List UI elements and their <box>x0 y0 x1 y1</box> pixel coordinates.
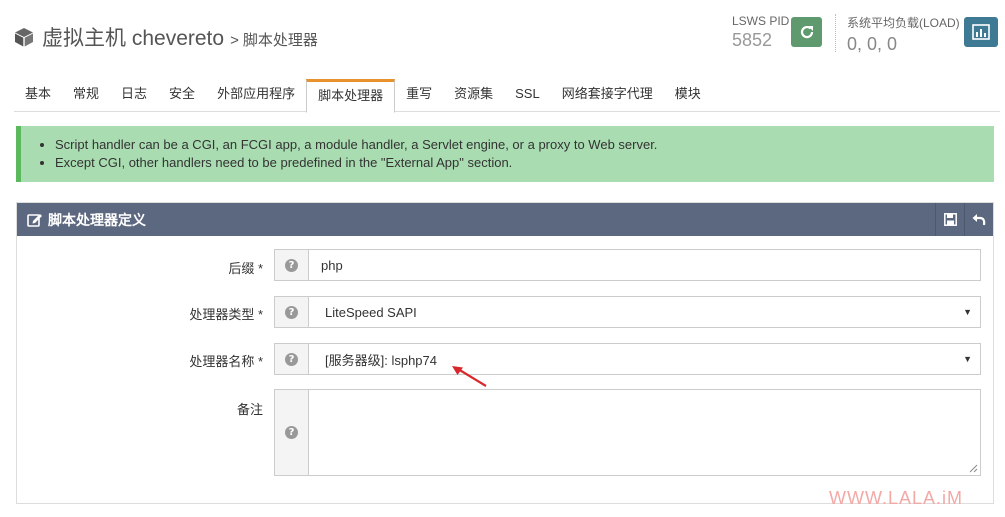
suffix-help-button[interactable]: ? <box>274 249 309 281</box>
bar-chart-icon <box>972 24 990 40</box>
vhost-title: 虚拟主机 chevereto <box>42 27 225 50</box>
real-time-stats-button[interactable] <box>964 17 998 47</box>
watermark: WWW.LALA.iM <box>829 488 964 508</box>
panel-tools <box>935 203 993 236</box>
notes-label: 备注 <box>236 402 263 417</box>
load-value: 0, 0, 0 <box>847 34 898 54</box>
edit-icon <box>27 212 43 227</box>
info-alert: Script handler can be a CGI, an FCGI app… <box>16 126 994 182</box>
load-block: 系统平均负载(LOAD) 0, 0, 0 <box>847 14 960 55</box>
notes-textarea[interactable] <box>309 389 981 476</box>
graceful-restart-button[interactable] <box>791 17 822 47</box>
question-icon: ? <box>285 352 298 366</box>
handler-type-label: 处理器类型 * <box>189 307 263 322</box>
question-icon: ? <box>285 258 298 272</box>
tab-security[interactable]: 安全 <box>158 79 206 111</box>
handler-name-select[interactable]: [服务器级]: lsphp74 ▼ <box>309 343 981 375</box>
tab-rewrite[interactable]: 重写 <box>395 79 443 111</box>
alert-item: Script handler can be a CGI, an FCGI app… <box>55 136 994 154</box>
refresh-icon <box>800 25 813 39</box>
header: 虚拟主机 chevereto > 脚本处理器 LSWS PID 5852 系统平… <box>0 0 1005 78</box>
page-title: 虚拟主机 chevereto > 脚本处理器 <box>14 22 318 52</box>
chevron-down-icon: ▼ <box>963 354 972 364</box>
cube-icon <box>15 28 33 47</box>
panel-title: 脚本处理器定义 <box>48 211 146 228</box>
script-handler-panel: 脚本处理器定义 后缀 * ? php 处理器类型 * ? LiteSpeed S… <box>16 202 994 504</box>
suffix-input[interactable]: php <box>309 249 981 281</box>
tab-bar: 基本 常规 日志 安全 外部应用程序 脚本处理器 重写 资源集 SSL 网络套接… <box>14 79 1000 113</box>
save-icon <box>943 213 957 226</box>
resize-handle-icon[interactable] <box>968 463 978 473</box>
handler-type-select[interactable]: LiteSpeed SAPI ▼ <box>309 296 981 328</box>
tab-external-app[interactable]: 外部应用程序 <box>206 79 306 111</box>
tab-script-handler[interactable]: 脚本处理器 <box>306 79 396 113</box>
tab-context[interactable]: 资源集 <box>443 79 504 111</box>
annotation-arrow-icon <box>452 366 487 387</box>
tab-modules[interactable]: 模块 <box>664 79 712 111</box>
undo-icon <box>972 214 986 226</box>
chevron-down-icon: ▼ <box>963 307 972 317</box>
suffix-label: 后缀 * <box>228 261 263 276</box>
tab-ssl[interactable]: SSL <box>504 79 551 111</box>
tab-general[interactable]: 常规 <box>62 79 110 111</box>
handler-type-help-button[interactable]: ? <box>274 296 309 328</box>
load-label: 系统平均负载(LOAD) <box>847 16 960 30</box>
question-icon: ? <box>285 305 298 319</box>
panel-header: 脚本处理器定义 <box>17 203 993 236</box>
handler-name-value: [服务器级]: lsphp74 <box>325 352 437 368</box>
notes-help-button[interactable]: ? <box>274 389 309 476</box>
handler-name-label: 处理器名称 * <box>189 354 263 369</box>
breadcrumb-current: 脚本处理器 <box>242 32 318 49</box>
question-icon: ? <box>285 426 298 439</box>
pid-label: LSWS PID <box>732 14 790 28</box>
handler-name-help-button[interactable]: ? <box>274 343 309 375</box>
save-button[interactable] <box>935 203 964 236</box>
tab-basic[interactable]: 基本 <box>14 79 62 111</box>
handler-type-value: LiteSpeed SAPI <box>325 304 417 320</box>
alert-item: Except CGI, other handlers need to be pr… <box>55 154 994 172</box>
pid-value: 5852 <box>732 30 773 50</box>
tab-log[interactable]: 日志 <box>110 79 158 111</box>
pid-block: LSWS PID 5852 <box>732 14 789 51</box>
header-divider <box>835 14 836 52</box>
back-button[interactable] <box>964 203 993 236</box>
breadcrumb-separator: > <box>230 32 239 49</box>
tab-websocket-proxy[interactable]: 网络套接字代理 <box>551 79 664 111</box>
